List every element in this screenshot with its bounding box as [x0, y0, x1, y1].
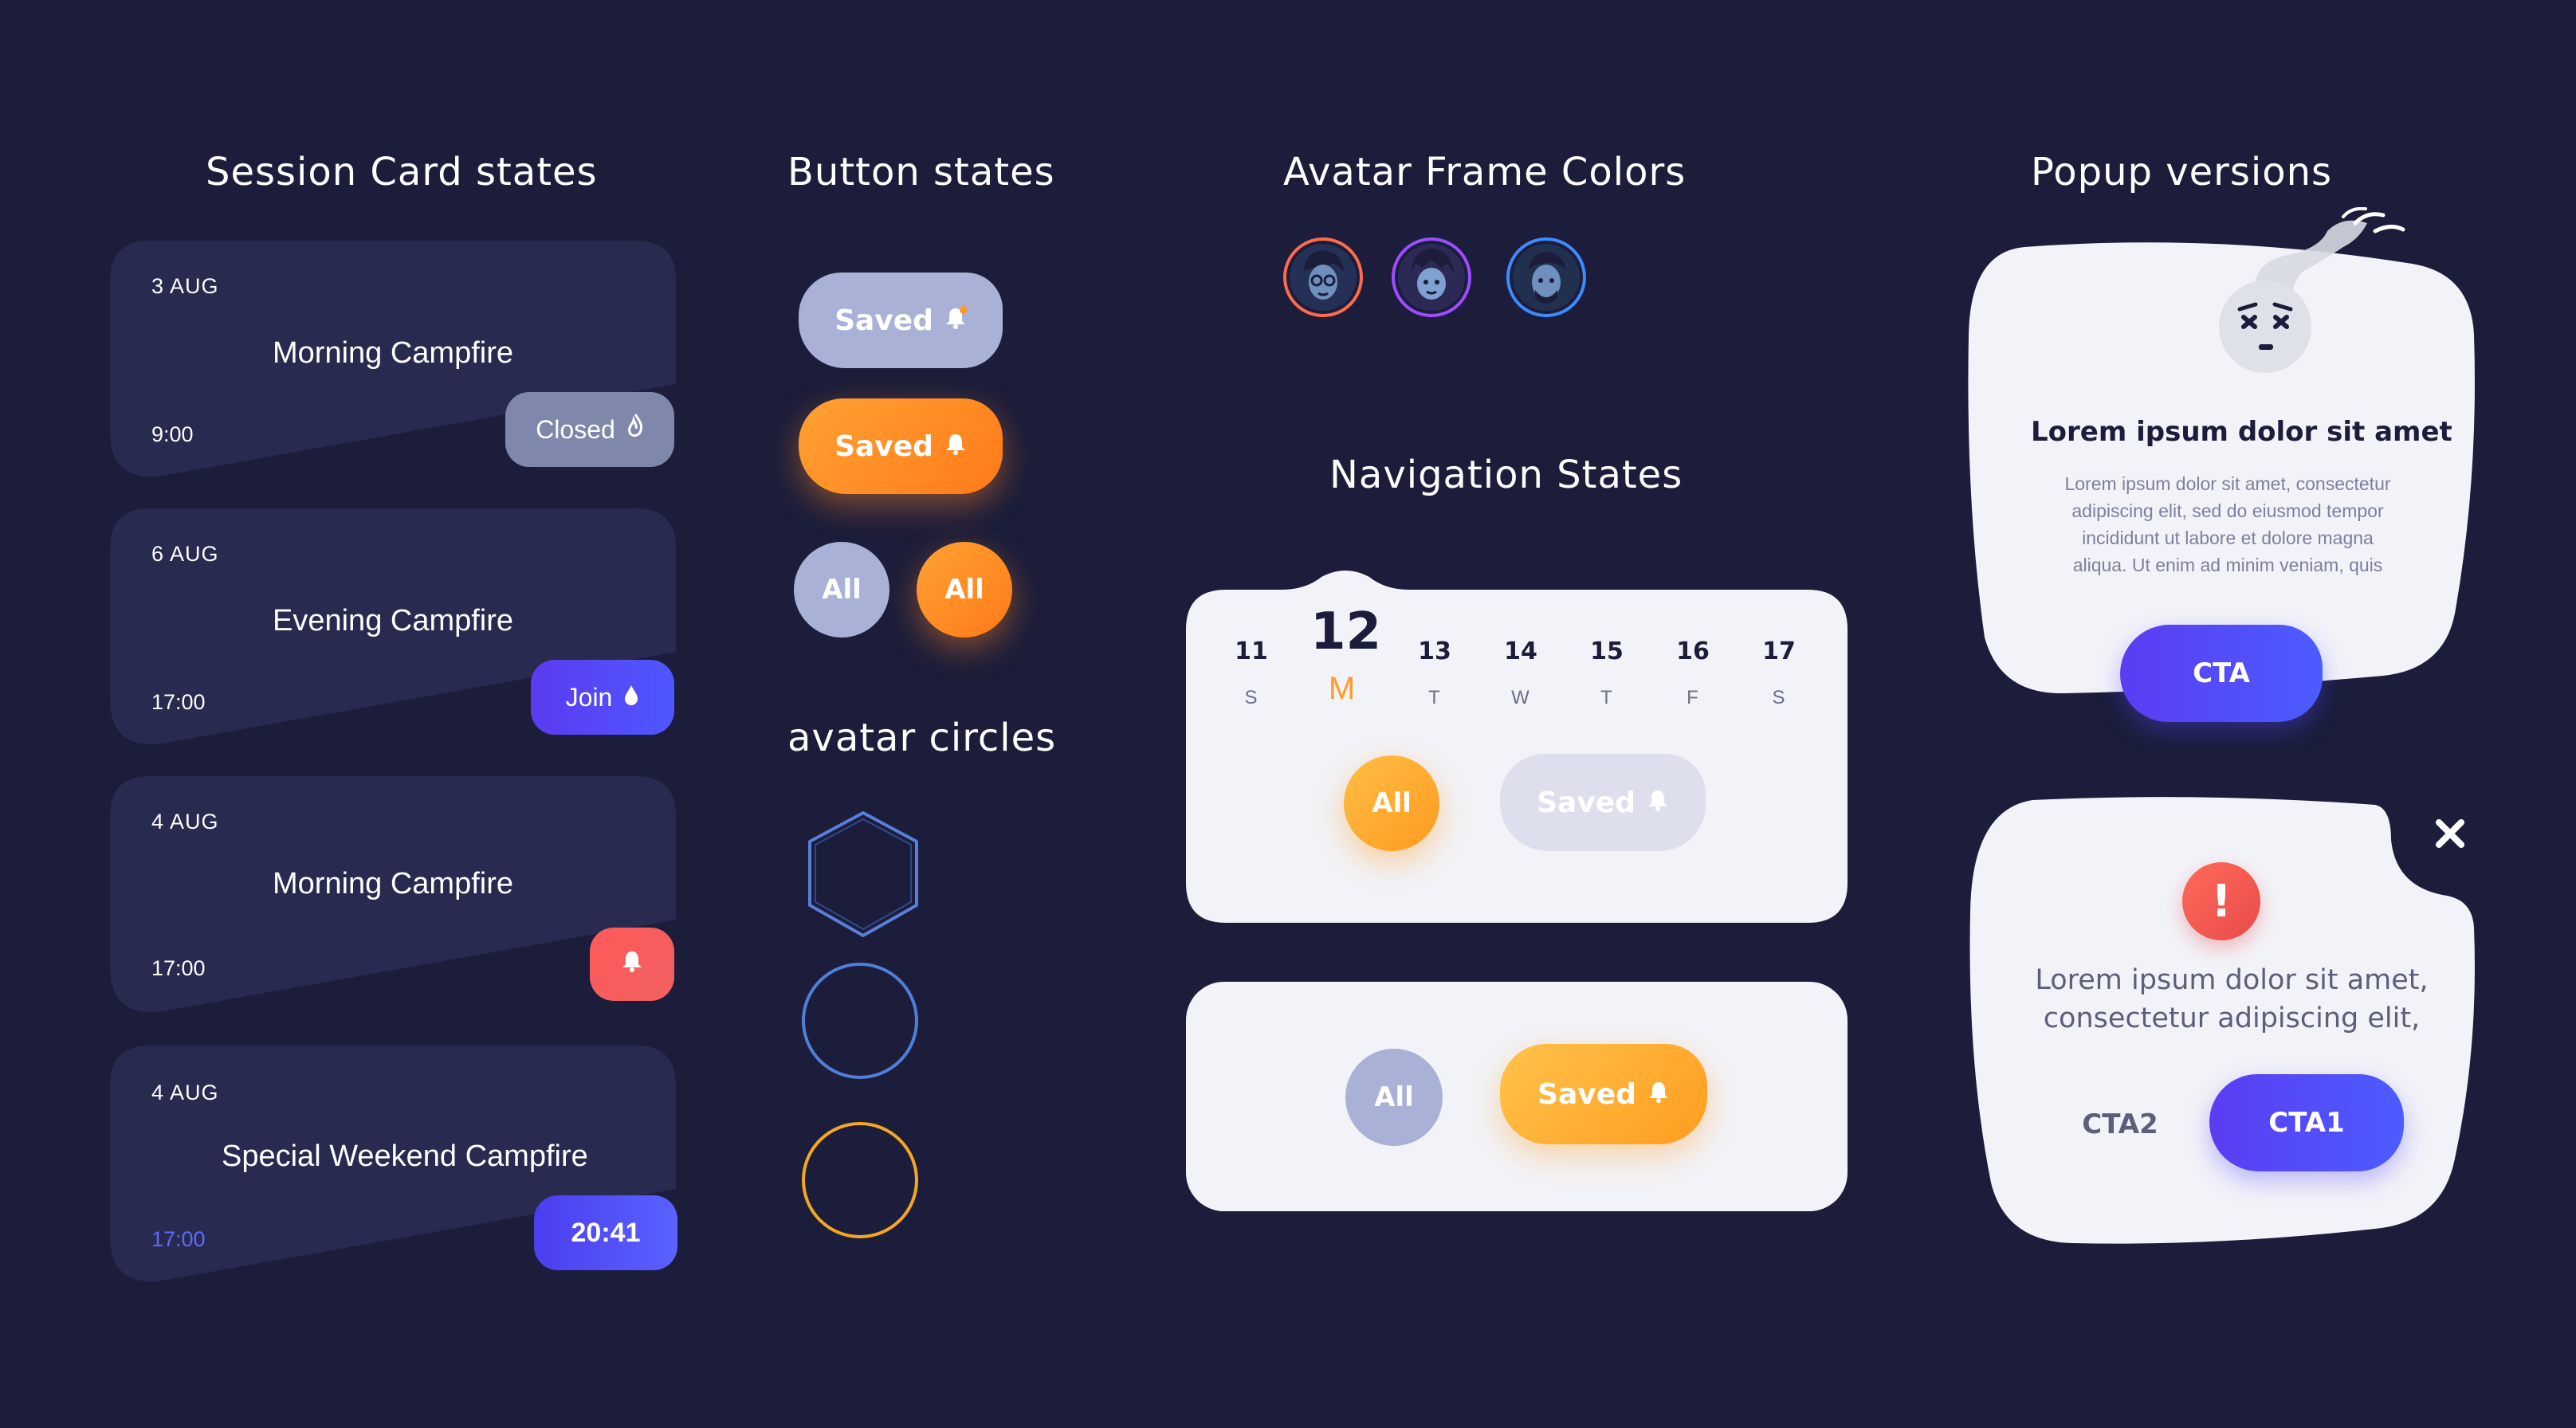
cta2-label: CTA2 [2082, 1108, 2158, 1140]
popup-body-line: adipiscing elit, sed do eiusmod tempor [2071, 500, 2384, 521]
avatar-frame-colors-title: Avatar Frame Colors [1283, 150, 1687, 194]
popup-alert-body: Lorem ipsum dolor sit amet, consectetur … [1993, 961, 2471, 1038]
drop-icon [623, 683, 639, 712]
avatar-frame-blue [1505, 236, 1588, 319]
all-filter-inactive[interactable]: All [1345, 1049, 1443, 1146]
cta1-button[interactable]: CTA1 [2209, 1074, 2404, 1171]
all-label: All [1374, 1081, 1414, 1113]
day-number[interactable]: 17 [1747, 638, 1811, 665]
card-title: Morning Campfire [273, 336, 513, 370]
all-button-inactive[interactable]: All [794, 542, 889, 638]
countdown-timer: 20:41 [534, 1195, 677, 1270]
bell-icon [944, 430, 967, 463]
saved-button-inactive[interactable]: Saved [799, 273, 1003, 368]
day-letter: S [1772, 687, 1786, 708]
circle-avatar-frame-blue [802, 963, 918, 1079]
alert-icon: ! [2182, 862, 2260, 940]
alert-symbol: ! [2211, 875, 2232, 928]
day-number[interactable]: 12 [1310, 602, 1381, 661]
all-label: All [944, 574, 984, 606]
card-date: 3 AUG [151, 274, 219, 298]
cta-label: CTA [2193, 657, 2250, 689]
cta1-label: CTA1 [2268, 1107, 2345, 1139]
day-letter: S [1244, 687, 1259, 708]
saved-filter-active[interactable]: Saved [1500, 1044, 1707, 1144]
popup-title: Lorem ipsum dolor sit amet [2031, 416, 2452, 448]
card-time: 17:00 [151, 1227, 206, 1251]
session-card[interactable]: 4 AUG Morning Campfire 17:00 [110, 776, 684, 1015]
avatar [1392, 237, 1471, 317]
popup-body-line: incididunt ut labore et dolore magna [2082, 528, 2374, 548]
close-icon[interactable] [2433, 816, 2468, 851]
closed-status-button[interactable]: Closed [505, 392, 674, 467]
bell-icon [621, 949, 643, 979]
all-label: All [1372, 787, 1412, 819]
all-filter-active[interactable]: All [1344, 755, 1439, 851]
card-date: 6 AUG [151, 542, 219, 566]
all-button-active[interactable]: All [917, 542, 1012, 638]
bell-icon [1647, 787, 1669, 819]
status-label: Closed [536, 414, 615, 444]
saved-filter-inactive[interactable]: Saved [1500, 754, 1706, 851]
saved-label: Saved [1537, 786, 1636, 819]
timer-label: 20:41 [571, 1217, 641, 1248]
avatar [1506, 237, 1586, 317]
day-letter: F [1687, 687, 1699, 708]
day-number[interactable]: 15 [1575, 638, 1639, 665]
session-card[interactable]: 4 AUG Special Weekend Campfire 17:00 20:… [110, 1046, 684, 1285]
navigation-states-title: Navigation States [1329, 453, 1683, 497]
saved-label: Saved [834, 304, 933, 337]
popup-versions-title: Popup versions [2031, 150, 2333, 194]
day-number[interactable]: 11 [1219, 638, 1283, 665]
card-date: 4 AUG [151, 1081, 219, 1104]
avatar-frame-orange [1282, 236, 1365, 319]
popup-body: Lorem ipsum dolor sit amet, consectetur … [2009, 470, 2447, 579]
navigation-panel-calendar [1186, 569, 1848, 923]
popup-body-line: consectetur adipiscing elit, [2043, 1002, 2421, 1034]
session-card[interactable]: 3 AUG Morning Campfire 9:00 Closed [110, 241, 684, 480]
join-button[interactable]: Join [531, 660, 674, 735]
card-date: 4 AUG [151, 810, 219, 834]
dead-face-smoke-illustration [2219, 207, 2405, 373]
day-letter: M [1328, 671, 1357, 706]
session-card-states-title: Session Card states [206, 150, 598, 194]
avatar-frame-purple [1390, 236, 1473, 319]
day-letter: W [1511, 687, 1530, 708]
saved-label: Saved [1537, 1077, 1636, 1111]
avatar-circles-title: avatar circles [787, 716, 1057, 760]
card-title: Evening Campfire [273, 604, 514, 638]
popup-body-line: aliqua. Ut enim ad minim veniam, quis [2072, 555, 2383, 575]
bell-icon [1647, 1078, 1670, 1111]
cta-button[interactable]: CTA [2120, 625, 2323, 722]
saved-label: Saved [834, 430, 933, 463]
all-label: All [822, 574, 862, 606]
circle-avatar-frame-orange [802, 1122, 918, 1238]
cta2-button[interactable]: CTA2 [2056, 1096, 2184, 1152]
card-title: Special Weekend Campfire [222, 1140, 588, 1173]
bell-icon [944, 304, 968, 337]
card-title: Morning Campfire [273, 867, 513, 900]
reminder-bell-button[interactable] [590, 928, 674, 1001]
popup-body-line: Lorem ipsum dolor sit amet, [2035, 964, 2429, 996]
button-states-title: Button states [787, 150, 1055, 194]
day-letter: T [1428, 687, 1441, 708]
day-letter: T [1600, 687, 1613, 708]
card-time: 9:00 [151, 422, 194, 446]
session-card[interactable]: 6 AUG Evening Campfire 17:00 Join [110, 508, 684, 747]
day-number[interactable]: 16 [1661, 638, 1725, 665]
day-number[interactable]: 14 [1489, 638, 1553, 665]
day-number[interactable]: 13 [1403, 638, 1467, 665]
flame-icon [626, 413, 644, 446]
popup-body-line: Lorem ipsum dolor sit amet, consectetur [2064, 473, 2391, 494]
avatar [1283, 237, 1363, 317]
join-label: Join [565, 682, 613, 712]
card-time: 17:00 [151, 956, 206, 980]
hexagon-avatar-frame [795, 806, 931, 942]
saved-button-active[interactable]: Saved [799, 398, 1003, 494]
card-time: 17:00 [151, 690, 206, 714]
